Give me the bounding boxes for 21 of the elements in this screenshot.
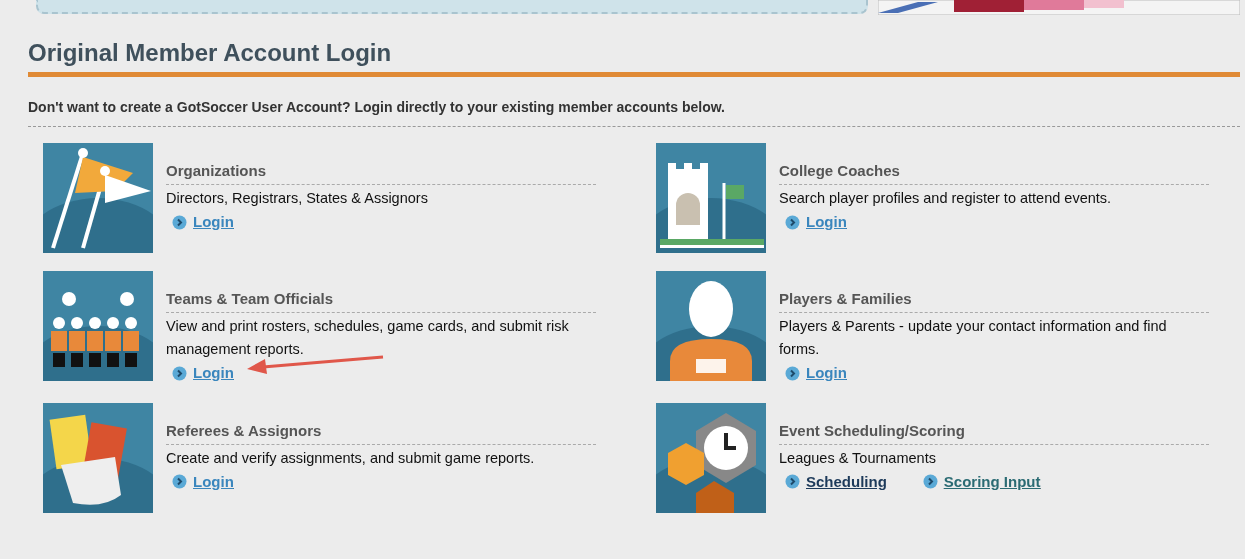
login-link[interactable]: Login [193, 211, 234, 234]
account-title: College Coaches [779, 161, 901, 181]
login-link[interactable]: Scheduling [806, 470, 887, 493]
login-link[interactable]: Login [806, 362, 847, 385]
page-title: Original Member Account Login [28, 38, 393, 68]
account-description: Directors, Registrars, States & Assignors [166, 189, 429, 208]
account-description: Leagues & Tournaments [779, 448, 937, 468]
login-link[interactable]: Login [193, 362, 234, 385]
login-link[interactable]: Login [193, 470, 234, 493]
intro-text: Don't want to create a GotSoccer User Account? Login directly to your existing member accounts below. [28, 98, 726, 117]
login-link[interactable]: Scoring Input [943, 470, 1041, 493]
account-title: Organizations [166, 161, 267, 181]
login-link[interactable]: Login [806, 211, 847, 234]
account-title: Event Scheduling/Scoring [779, 420, 966, 441]
account-description: Create and verify assignments, and submit game reports. [166, 448, 536, 468]
account-title: Referees & Assignors [166, 420, 323, 441]
account-title: Players & Families [779, 289, 913, 309]
account-description: Search player profiles and register to attend events. [779, 189, 1113, 208]
account-description: View and print rosters, schedules, game cards, and submit risk management reports. [166, 317, 570, 359]
account-description: Players & Parents - update your contact information and find forms. [779, 317, 1168, 359]
account-title: Teams & Team Officials [166, 289, 334, 309]
